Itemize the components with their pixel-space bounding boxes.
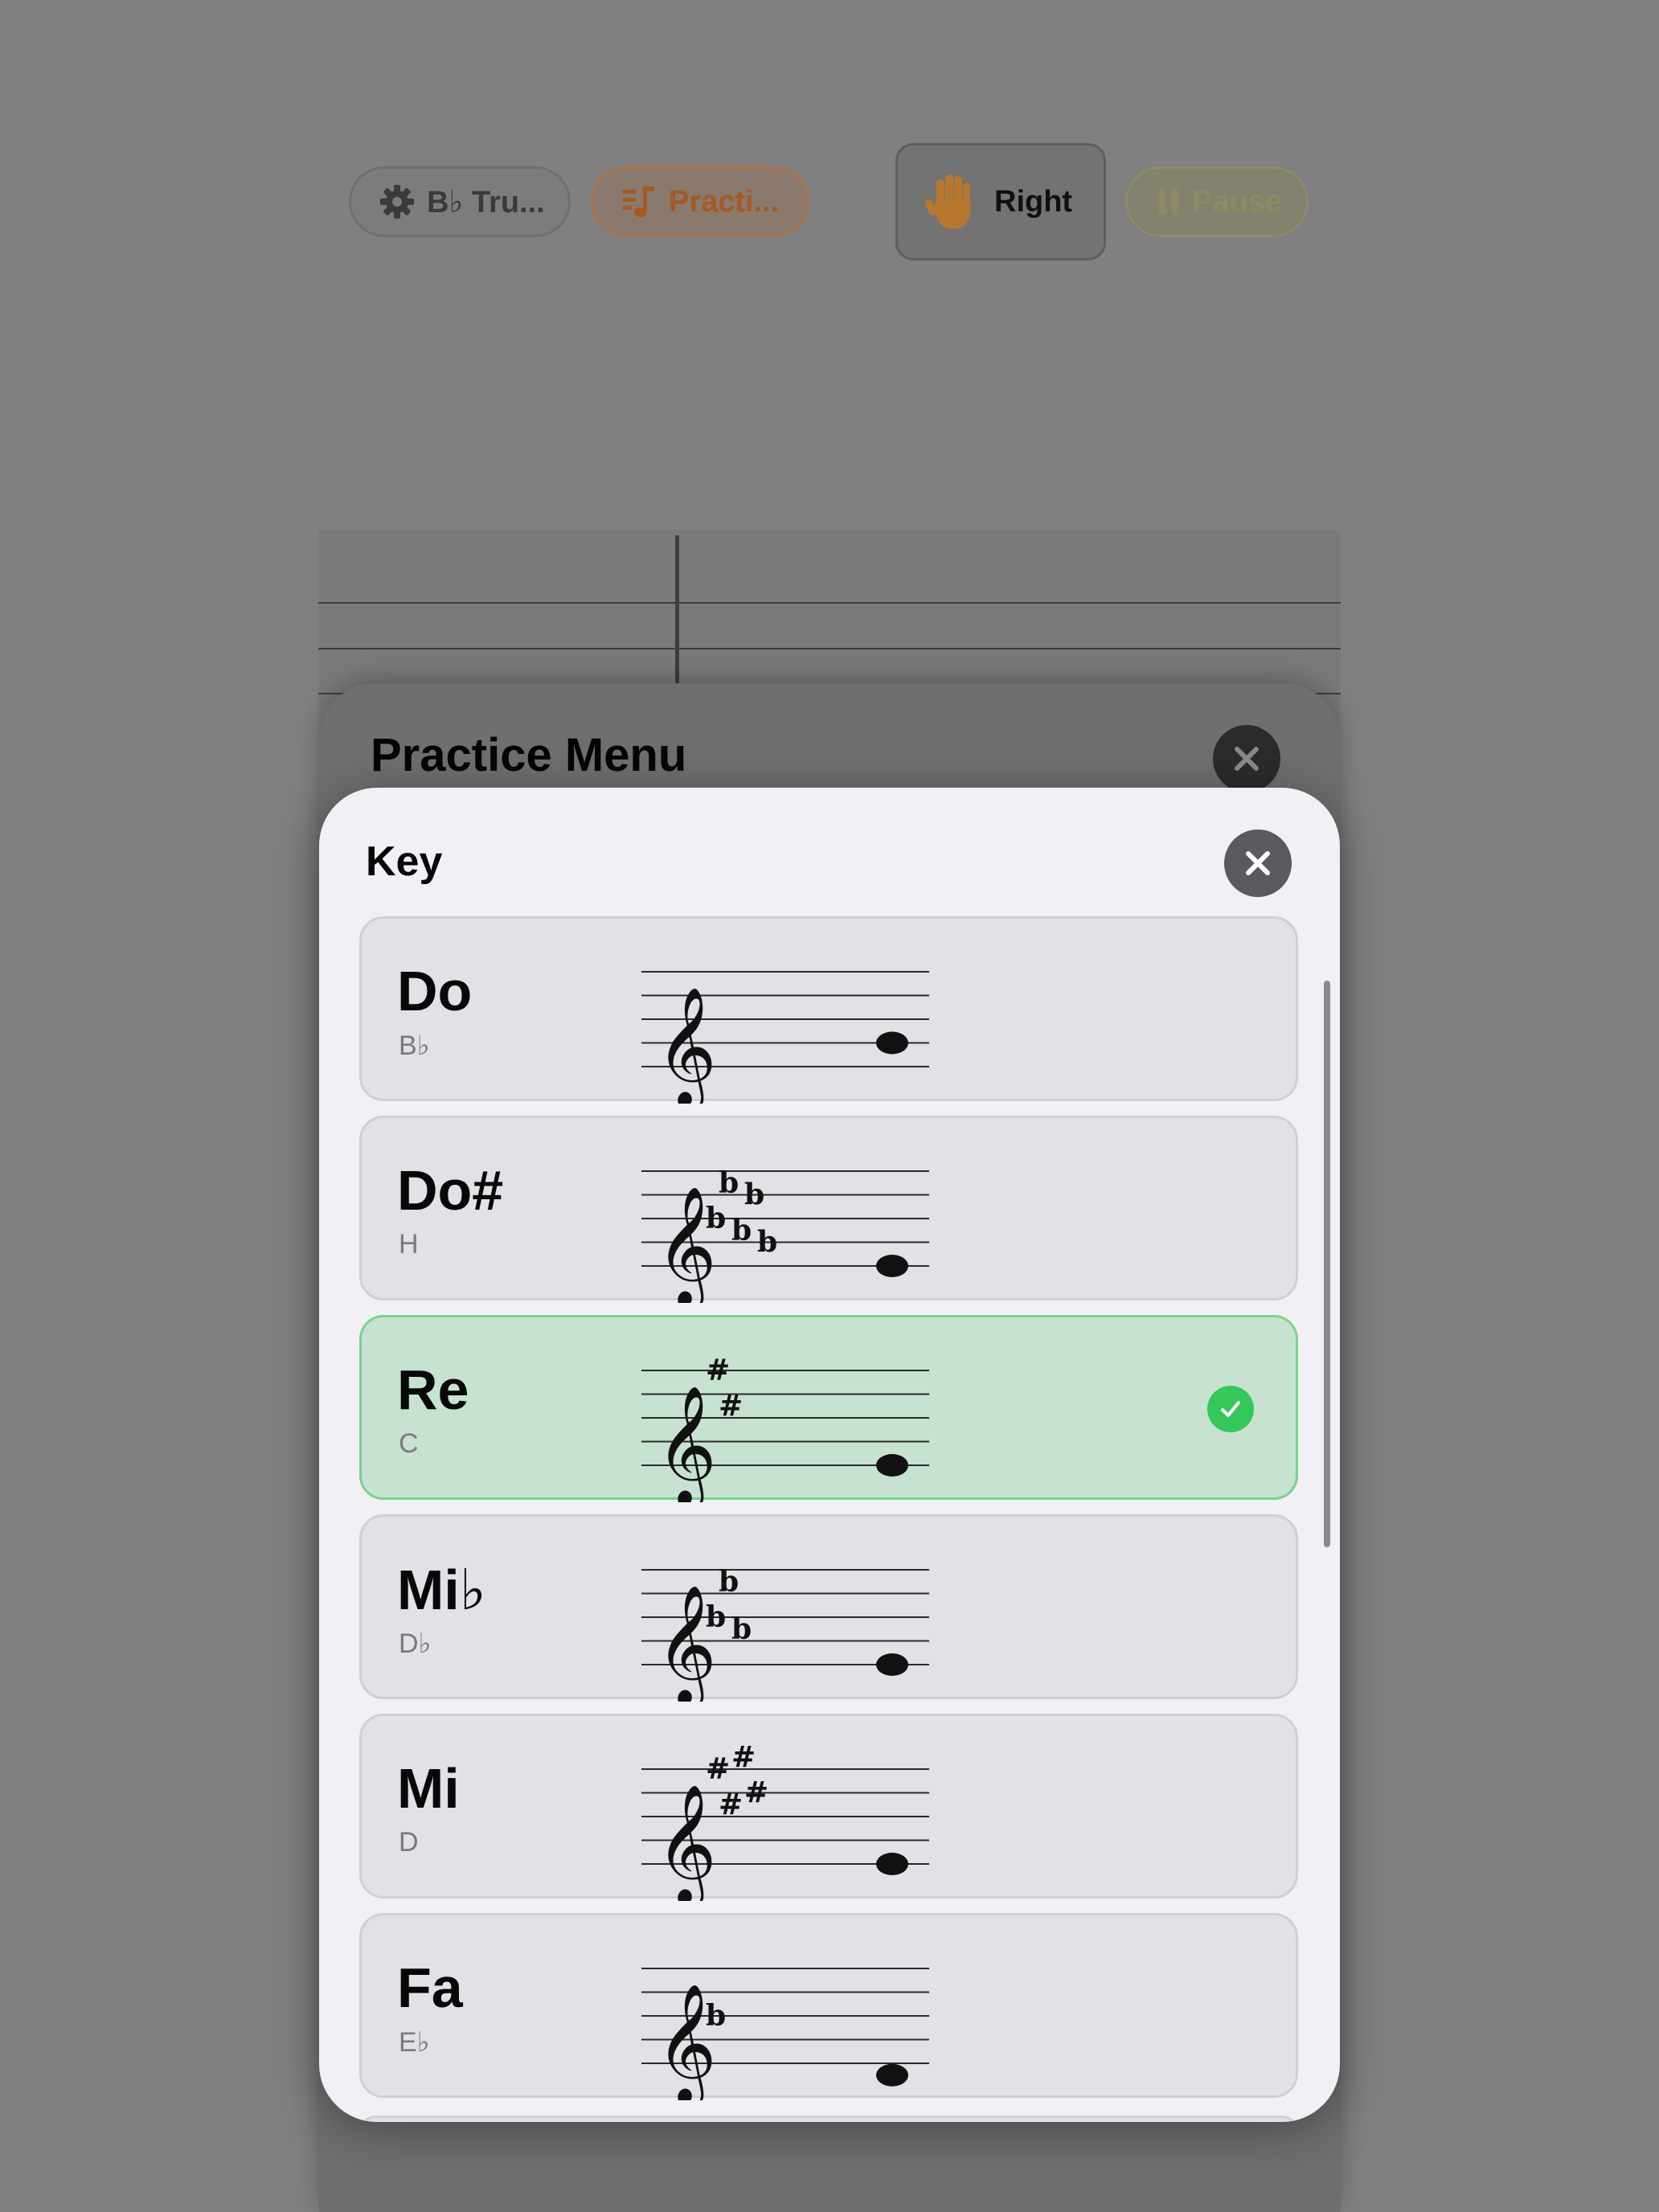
flat-accidental: b (757, 1226, 777, 1260)
flat-accidental: b (731, 1612, 752, 1646)
scrollbar[interactable] (1324, 981, 1330, 1547)
key-option-name: Do# (397, 1159, 504, 1222)
tonic-note (876, 1454, 908, 1477)
key-option-fa[interactable]: Fa E♭ 𝄞 b (359, 1913, 1298, 2100)
sharp-accidental: # (719, 1389, 743, 1423)
key-option-mi[interactable]: Mi D 𝄞 # # # # (359, 1714, 1298, 1901)
key-modal: Key Do B♭ 𝄞 Do# H 𝄞bbbbb Re C 𝄞## (319, 788, 1340, 2122)
flat-accidental: b (719, 1565, 739, 1599)
music-list-icon (621, 183, 657, 220)
tonic-note (876, 1255, 908, 1277)
key-option-subtitle: C (399, 1428, 419, 1459)
staff-line (318, 648, 1341, 649)
sharp-accidental: # (744, 1776, 768, 1810)
flat-accidental: b (744, 1178, 764, 1212)
tonic-note (876, 1653, 908, 1676)
instrument-settings-button[interactable]: B♭ Tru... (349, 166, 571, 237)
practice-label: Practi... (669, 184, 780, 219)
top-toolbar: B♭ Tru... Practi... Right Pause (0, 0, 1659, 322)
practice-menu-close-button[interactable] (1213, 725, 1280, 793)
pause-label: Pause (1192, 184, 1282, 219)
flat-accidental: b (706, 1600, 726, 1634)
tonic-note (876, 1853, 908, 1875)
key-option-subtitle: D♭ (399, 1628, 432, 1659)
staff-line (318, 602, 1341, 604)
sharp-accidental: # (706, 1752, 730, 1786)
hand-label: Right (994, 184, 1073, 219)
treble-clef: 𝄞 (656, 986, 717, 1104)
key-option-name: Do (397, 960, 473, 1022)
key-option-name: Fa (397, 1956, 463, 2019)
key-option-do[interactable]: Do B♭ 𝄞 (359, 916, 1298, 1104)
key-signature-staff: 𝄞 (641, 971, 929, 1104)
key-option-name: Mi♭ (397, 1559, 486, 1621)
flat-accidental: b (706, 1999, 726, 2033)
gear-icon (379, 183, 416, 220)
key-option-subtitle: D (399, 1827, 419, 1858)
sharp-accidental: # (731, 1740, 756, 1774)
key-option-name: Re (397, 1358, 469, 1421)
treble-clef: 𝄞 (656, 1784, 717, 1901)
tonic-note (876, 1031, 908, 1055)
flat-accidental: b (731, 1214, 752, 1247)
key-signature-staff: 𝄞b (641, 1968, 929, 2100)
instrument-label: B♭ Tru... (427, 185, 545, 219)
practice-menu-button[interactable]: Practi... (591, 166, 809, 237)
key-signature-staff: 𝄞bbbbb (641, 1166, 929, 1303)
key-option-subtitle: E♭ (399, 2027, 430, 2058)
flat-accidental: b (706, 1202, 726, 1235)
bar-line (675, 535, 679, 696)
checkmark-icon (1207, 1386, 1254, 1432)
raised-hand-icon (925, 171, 978, 232)
hand-select-button[interactable]: Right (895, 143, 1106, 260)
pause-icon (1157, 187, 1181, 216)
key-option-subtitle: H (399, 1229, 419, 1260)
practice-menu-title: Practice Menu (371, 729, 687, 781)
key-modal-close-button[interactable] (1224, 830, 1292, 897)
key-option-mi-flat[interactable]: Mi♭ D♭ 𝄞 b b b (359, 1514, 1298, 1702)
sharp-accidental: # (719, 1788, 743, 1821)
flat-accidental: b (719, 1166, 739, 1200)
key-option-next[interactable] (359, 2116, 1298, 2122)
sharp-accidental: # (706, 1354, 730, 1387)
close-icon (1235, 747, 1259, 771)
close-icon (1246, 851, 1270, 875)
key-option-do-sharp[interactable]: Do# H 𝄞 b b b b b (359, 1116, 1298, 1303)
pause-button[interactable]: Pause (1125, 166, 1309, 237)
key-option-re[interactable]: Re C 𝄞 # # (359, 1315, 1298, 1502)
key-signature-staff: 𝄞## (641, 1354, 929, 1502)
key-signature-staff: 𝄞bbb (641, 1565, 929, 1702)
key-signature-staff: 𝄞#### (641, 1740, 929, 1901)
key-option-subtitle: B♭ (399, 1030, 430, 1061)
key-option-name: Mi (397, 1757, 460, 1820)
tonic-note (876, 2063, 908, 2087)
key-modal-title: Key (366, 838, 443, 885)
treble-clef: 𝄞 (656, 1385, 717, 1502)
